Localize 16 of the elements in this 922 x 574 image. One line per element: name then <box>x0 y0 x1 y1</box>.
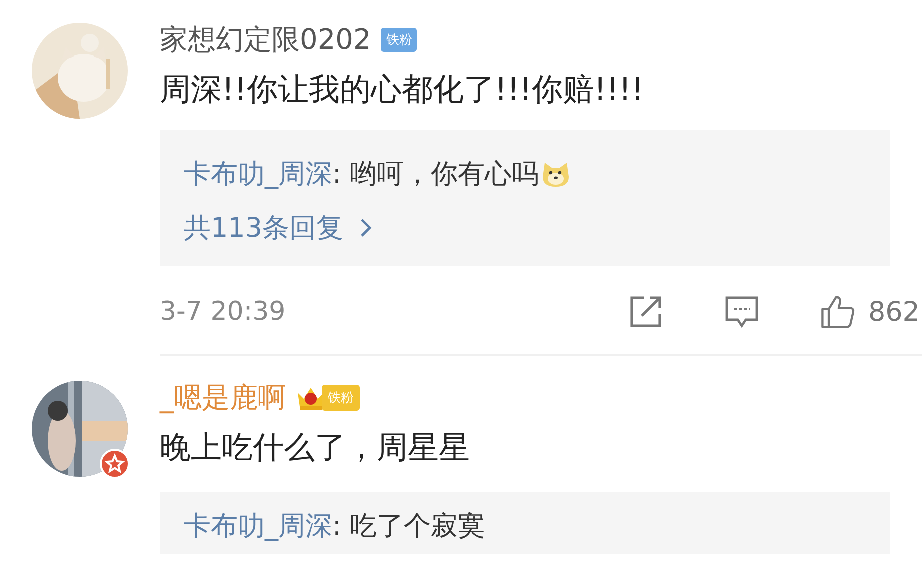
comment-icon[interactable] <box>724 294 760 330</box>
reply-text: 卡布叻_周深: 哟呵，你有心吗 <box>184 158 540 192</box>
like-count: 862 <box>868 296 920 328</box>
comment-text: 晚上吃什么了，周星星 <box>160 429 471 468</box>
share-icon[interactable] <box>628 294 664 330</box>
username[interactable]: 家想幻定限0202 <box>160 21 372 59</box>
timestamp: 3-7 20:39 <box>160 297 286 327</box>
fan-badge: 铁粉 <box>381 28 418 52</box>
chevron-icon <box>360 218 372 238</box>
fan-badge: 铁粉 <box>322 385 360 411</box>
reply-box[interactable]: 卡布叻_周深: 哟呵，你有心吗 共113条回复 <box>160 130 890 266</box>
thumbs-up-icon[interactable] <box>820 294 856 330</box>
reply-box[interactable]: 卡布叻_周深: 吃了个寂寞 <box>160 492 890 554</box>
comment-text: 周深!!你让我的心都化了!!!你赔!!!! <box>160 71 645 110</box>
more-replies-link[interactable]: 共113条回复 <box>184 210 372 246</box>
reply-text: 卡布叻_周深: 吃了个寂寞 <box>184 510 486 544</box>
